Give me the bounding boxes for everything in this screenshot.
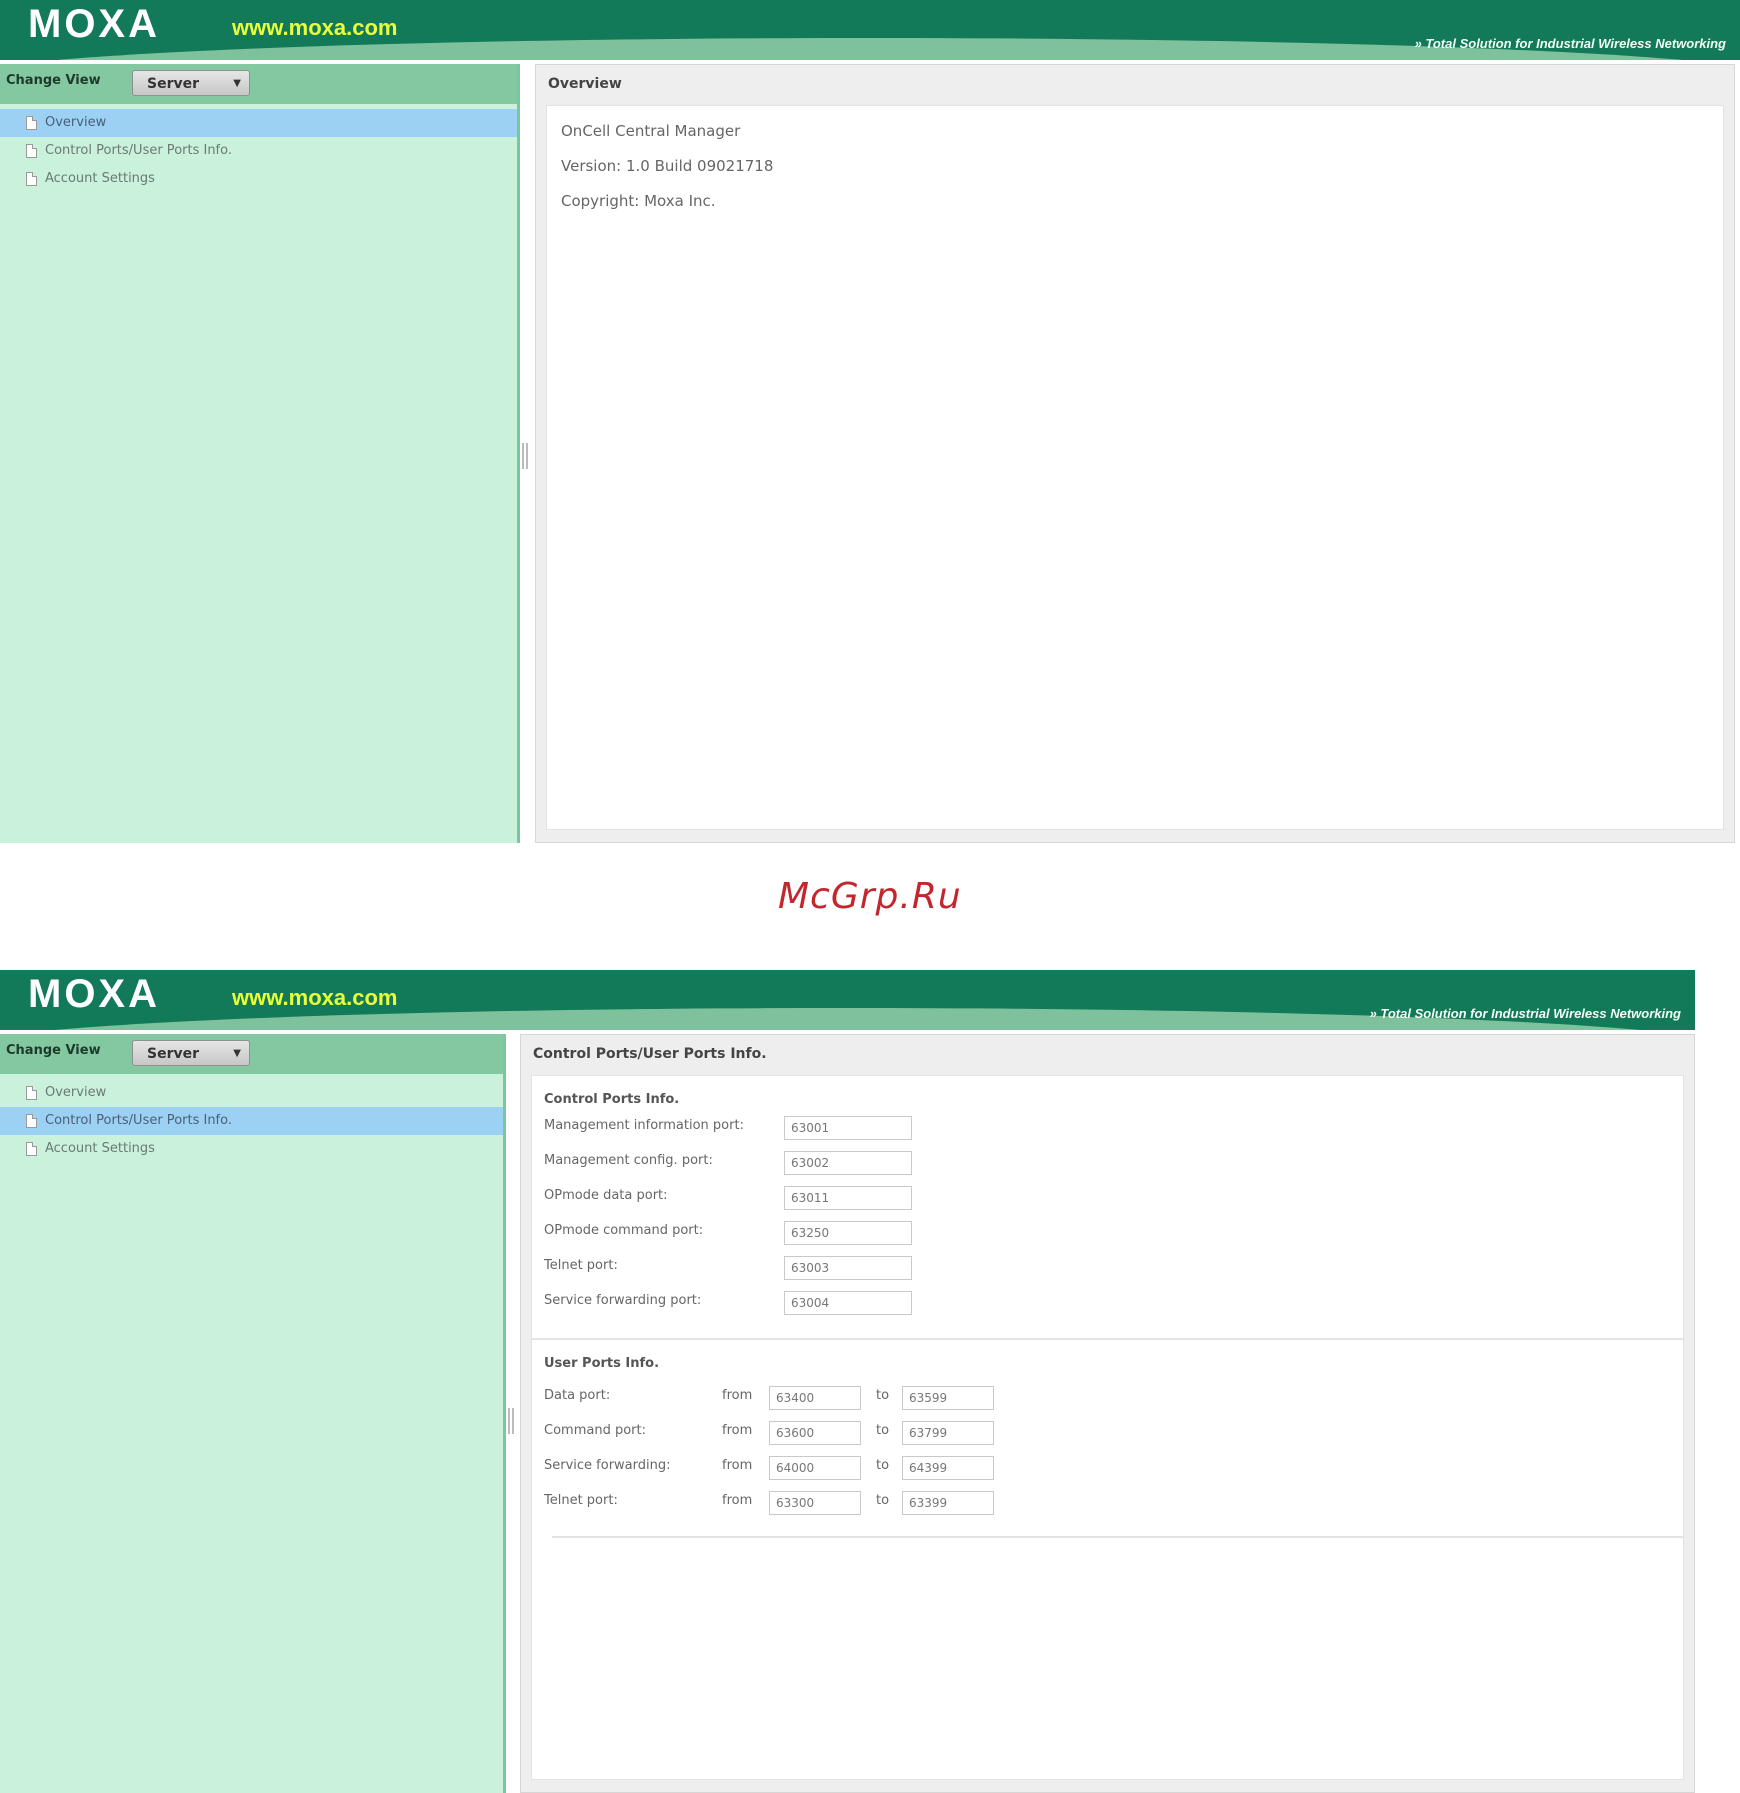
to-label: to	[876, 1423, 890, 1438]
data-port-from-input[interactable]: 63400	[769, 1386, 861, 1410]
from-label: from	[722, 1423, 753, 1438]
nav-item-overview[interactable]: Overview	[0, 1079, 503, 1107]
change-view-select-value: Server	[147, 76, 200, 92]
moxa-url-link[interactable]: www.moxa.com	[232, 15, 397, 41]
control-port-label: Management config. port:	[544, 1153, 713, 1168]
document-icon	[26, 1142, 37, 1156]
from-label: from	[722, 1493, 753, 1508]
command-port-to-input[interactable]: 63799	[902, 1421, 994, 1445]
control-port-label: OPmode data port:	[544, 1188, 668, 1203]
nav-tree: Overview Control Ports/User Ports Info. …	[0, 109, 517, 193]
header-tagline: » Total Solution for Industrial Wireless…	[1369, 1006, 1681, 1021]
copyright-text: Copyright: Moxa Inc.	[561, 192, 716, 210]
document-icon	[26, 1086, 37, 1100]
control-port-label: Service forwarding port:	[544, 1293, 702, 1308]
overview-panel: Overview OnCell Central Manager Version:…	[535, 64, 1735, 843]
management-info-port-input[interactable]: 63001	[784, 1116, 912, 1140]
opmode-data-port-input[interactable]: 63011	[784, 1186, 912, 1210]
user-port-label: Command port:	[544, 1423, 646, 1438]
to-label: to	[876, 1493, 890, 1508]
management-config-port-input[interactable]: 63002	[784, 1151, 912, 1175]
control-port-label: OPmode command port:	[544, 1223, 704, 1238]
screenshot-overview: MOXA www.moxa.com » Total Solution for I…	[0, 0, 1740, 843]
data-port-to-input[interactable]: 63599	[902, 1386, 994, 1410]
panel-splitter-handle[interactable]	[522, 443, 528, 469]
ports-panel: Control Ports/User Ports Info. Control P…	[520, 1034, 1695, 1793]
telnet-port-input[interactable]: 63003	[784, 1256, 912, 1280]
change-view-select[interactable]: Server ▼	[132, 1040, 250, 1066]
section-divider	[552, 1536, 1683, 1538]
nav-item-account-settings[interactable]: Account Settings	[0, 1135, 503, 1163]
change-view-label: Change View	[6, 73, 101, 88]
command-port-from-input[interactable]: 63600	[769, 1421, 861, 1445]
service-forwarding-to-input[interactable]: 64399	[902, 1456, 994, 1480]
control-port-label: Telnet port:	[544, 1258, 618, 1273]
user-port-label: Telnet port:	[544, 1493, 618, 1508]
panel-title: Overview	[548, 76, 622, 92]
from-label: from	[722, 1458, 753, 1473]
change-view-select-value: Server	[147, 1046, 200, 1062]
dropdown-arrow-icon: ▼	[233, 78, 241, 89]
nav-item-label: Account Settings	[45, 1141, 155, 1156]
user-port-label: Service forwarding:	[544, 1458, 671, 1473]
telnet-port-to-input[interactable]: 63399	[902, 1491, 994, 1515]
moxa-logo: MOXA	[28, 972, 160, 1016]
ports-content: Control Ports Info. Management informati…	[531, 1075, 1684, 1780]
version-text: Version: 1.0 Build 09021718	[561, 157, 774, 175]
nav-item-label: Overview	[45, 115, 107, 130]
document-icon	[26, 144, 37, 158]
panel-title: Control Ports/User Ports Info.	[533, 1046, 767, 1062]
section-divider	[532, 1338, 1683, 1340]
nav-item-label: Control Ports/User Ports Info.	[45, 143, 232, 158]
nav-item-account-settings[interactable]: Account Settings	[0, 165, 517, 193]
change-view-select[interactable]: Server ▼	[132, 70, 250, 96]
watermark-text: McGrp.Ru	[778, 876, 962, 917]
to-label: to	[876, 1388, 890, 1403]
service-forwarding-port-input[interactable]: 63004	[784, 1291, 912, 1315]
control-port-label: Management information port:	[544, 1118, 744, 1133]
nav-item-ports-info[interactable]: Control Ports/User Ports Info.	[0, 137, 517, 165]
service-forwarding-from-input[interactable]: 64000	[769, 1456, 861, 1480]
to-label: to	[876, 1458, 890, 1473]
user-port-label: Data port:	[544, 1388, 611, 1403]
nav-item-label: Account Settings	[45, 171, 155, 186]
product-name: OnCell Central Manager	[561, 122, 741, 140]
nav-item-overview[interactable]: Overview	[0, 109, 517, 137]
nav-item-label: Control Ports/User Ports Info.	[45, 1113, 232, 1128]
screenshot-ports-info: MOXA www.moxa.com » Total Solution for I…	[0, 970, 1695, 1793]
telnet-port-from-input[interactable]: 63300	[769, 1491, 861, 1515]
moxa-url-link[interactable]: www.moxa.com	[232, 985, 397, 1011]
document-icon	[26, 172, 37, 186]
moxa-logo: MOXA	[28, 2, 160, 46]
sidebar: Change View Server ▼ Overview Control Po…	[0, 64, 520, 843]
nav-item-ports-info[interactable]: Control Ports/User Ports Info.	[0, 1107, 503, 1135]
change-view-bar: Change View Server ▼	[0, 64, 517, 104]
document-icon	[26, 116, 37, 130]
header-banner: MOXA www.moxa.com » Total Solution for I…	[0, 970, 1695, 1030]
change-view-bar: Change View Server ▼	[0, 1034, 503, 1074]
control-ports-title: Control Ports Info.	[544, 1092, 680, 1107]
nav-tree: Overview Control Ports/User Ports Info. …	[0, 1079, 503, 1163]
nav-item-label: Overview	[45, 1085, 107, 1100]
overview-content: OnCell Central Manager Version: 1.0 Buil…	[546, 105, 1724, 830]
document-icon	[26, 1114, 37, 1128]
opmode-command-port-input[interactable]: 63250	[784, 1221, 912, 1245]
dropdown-arrow-icon: ▼	[233, 1048, 241, 1059]
change-view-label: Change View	[6, 1043, 101, 1058]
panel-splitter-handle[interactable]	[508, 1408, 514, 1434]
from-label: from	[722, 1388, 753, 1403]
sidebar: Change View Server ▼ Overview Control Po…	[0, 1034, 506, 1793]
header-banner: MOXA www.moxa.com » Total Solution for I…	[0, 0, 1740, 60]
user-ports-title: User Ports Info.	[544, 1356, 660, 1371]
header-tagline: » Total Solution for Industrial Wireless…	[1414, 36, 1726, 51]
